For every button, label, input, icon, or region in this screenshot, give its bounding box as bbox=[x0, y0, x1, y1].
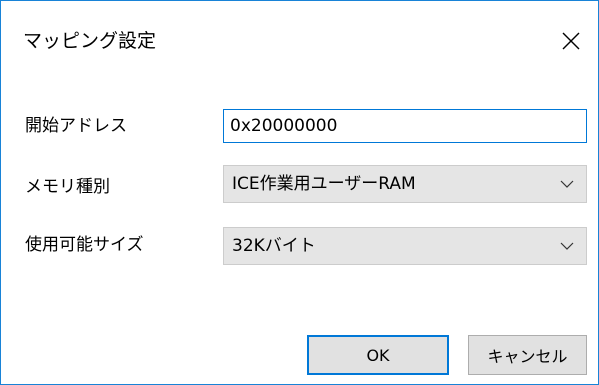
mapping-settings-dialog: マッピング設定 開始アドレス 0x20000000 メモリ種別 ICE作業用ユー… bbox=[0, 0, 599, 385]
chevron-down-icon bbox=[560, 180, 574, 188]
memory-type-select[interactable]: ICE作業用ユーザーRAM bbox=[223, 165, 587, 203]
memory-type-value: ICE作業用ユーザーRAM bbox=[232, 174, 416, 194]
close-button[interactable] bbox=[554, 24, 588, 58]
cancel-button[interactable]: キャンセル bbox=[468, 335, 587, 375]
usable-size-value: 32Kバイト bbox=[232, 236, 316, 256]
memory-type-label: メモリ種別 bbox=[25, 177, 110, 197]
dialog-title: マッピング設定 bbox=[23, 30, 157, 52]
close-icon bbox=[562, 32, 580, 50]
title-bar: マッピング設定 bbox=[1, 1, 598, 85]
start-address-label: 開始アドレス bbox=[25, 116, 127, 136]
usable-size-select[interactable]: 32Kバイト bbox=[223, 227, 587, 265]
start-address-input[interactable]: 0x20000000 bbox=[223, 109, 587, 143]
usable-size-label: 使用可能サイズ bbox=[25, 235, 144, 255]
chevron-down-icon bbox=[560, 242, 574, 250]
ok-button[interactable]: OK bbox=[307, 335, 449, 375]
